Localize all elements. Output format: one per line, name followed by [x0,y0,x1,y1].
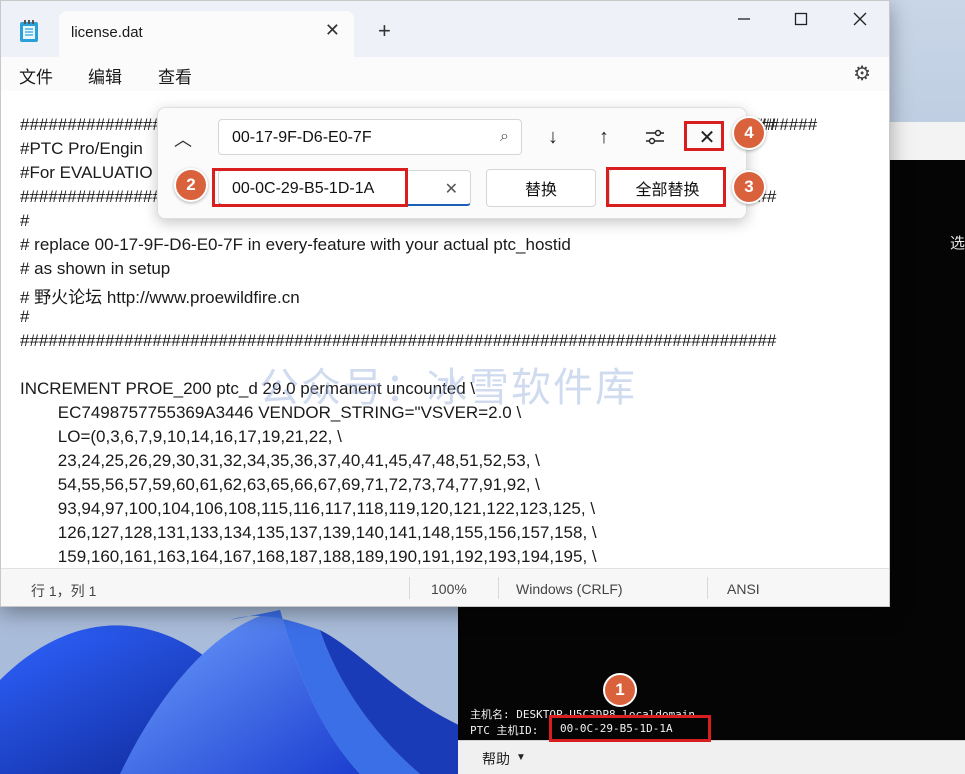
find-value: 00-17-9F-D6-E0-7F [232,129,372,146]
setup-help-bar: 帮助 ▼ [458,740,965,774]
annotation-badge-4: 4 [732,116,766,150]
menu-bar: 文件 编辑 查看 ⚙ [1,57,889,91]
annotation-box-4 [684,121,724,151]
setup-side-text: 选 [949,235,965,252]
find-options-button[interactable] [633,119,677,155]
ptc-hostid-label: PTC 主机ID: [470,724,539,737]
minimize-button[interactable] [719,5,769,33]
close-window-button[interactable] [835,5,885,33]
title-bar: license.dat ✕ + [1,1,889,57]
find-input[interactable]: 00-17-9F-D6-E0-7F ⌕ [218,119,522,155]
text-line: # replace 00-17-9F-D6-E0-7F in every-fea… [20,235,571,254]
maximize-icon [794,12,808,26]
text-line: # [20,307,30,326]
tab-title: license.dat [71,24,143,41]
status-divider [409,577,410,599]
help-menu[interactable]: 帮助 [482,749,510,769]
minimize-icon [738,18,750,20]
status-line-ending: Windows (CRLF) [516,581,623,597]
text-line: 23,24,25,26,29,30,31,32,34,35,36,37,40,4… [20,451,540,470]
annotation-badge-3: 3 [732,170,766,204]
new-tab-button[interactable]: + [378,18,391,44]
annotation-box-1 [549,715,711,742]
menu-file[interactable]: 文件 [19,63,53,88]
status-position: 行 1，列 1 [31,583,97,599]
notepad-window: license.dat ✕ + 文件 编辑 查看 ⚙ #############… [0,0,890,607]
text-line: # 野火论坛 http://www.proewildfire.cn [20,288,300,307]
text-line: 159,160,161,163,164,167,168,187,188,189,… [20,547,597,566]
status-bar: 行 1，列 1 100% Windows (CRLF) ANSI [1,568,889,606]
tab-license-dat[interactable]: license.dat ✕ [59,11,354,57]
annotation-box-2 [212,168,408,207]
status-encoding: ANSI [727,581,760,597]
status-divider [498,577,499,599]
text-line: 93,94,97,100,104,106,108,115,116,117,118… [20,499,596,518]
arrow-up-icon: ↑ [599,125,609,148]
arrow-down-icon: ↓ [548,125,558,148]
menu-view[interactable]: 查看 [158,63,192,88]
close-icon [853,12,867,26]
options-sliders-icon [646,129,664,145]
text-line: 126,127,128,131,133,134,135,137,139,140,… [20,523,597,542]
settings-gear-icon[interactable]: ⚙ [853,61,871,86]
status-zoom: 100% [431,581,467,597]
annotation-badge-2: 2 [174,168,208,202]
menu-edit[interactable]: 编辑 [88,63,122,88]
notepad-app-icon [19,19,39,43]
clear-icon[interactable]: ✕ [445,179,458,199]
text-line: #For EVALUATIO [20,163,153,182]
search-icon[interactable]: ⌕ [500,128,509,146]
text-line: 54,55,56,57,59,60,61,62,63,65,66,67,69,7… [20,475,540,494]
watermark-text: 公众号：冰雪软件库 [259,366,637,410]
find-next-button[interactable]: ↓ [531,119,575,155]
maximize-button[interactable] [776,5,826,33]
status-divider [707,577,708,599]
chevron-up-icon[interactable]: ︿ [174,126,192,152]
text-line: #PTC Pro/Engin [20,139,143,158]
annotation-badge-1: 1 [603,673,637,707]
text-line: # [20,211,30,230]
find-previous-button[interactable]: ↑ [582,119,626,155]
text-line: ########################################… [20,331,777,350]
annotation-box-3 [606,167,726,207]
close-tab-icon[interactable]: ✕ [325,20,340,41]
replace-button[interactable]: 替换 [486,169,596,207]
text-line: LO=(0,3,6,7,9,10,14,16,17,19,21,22, \ [20,427,342,446]
text-line: # as shown in setup [20,259,171,278]
caret-down-icon[interactable]: ▼ [516,752,526,763]
